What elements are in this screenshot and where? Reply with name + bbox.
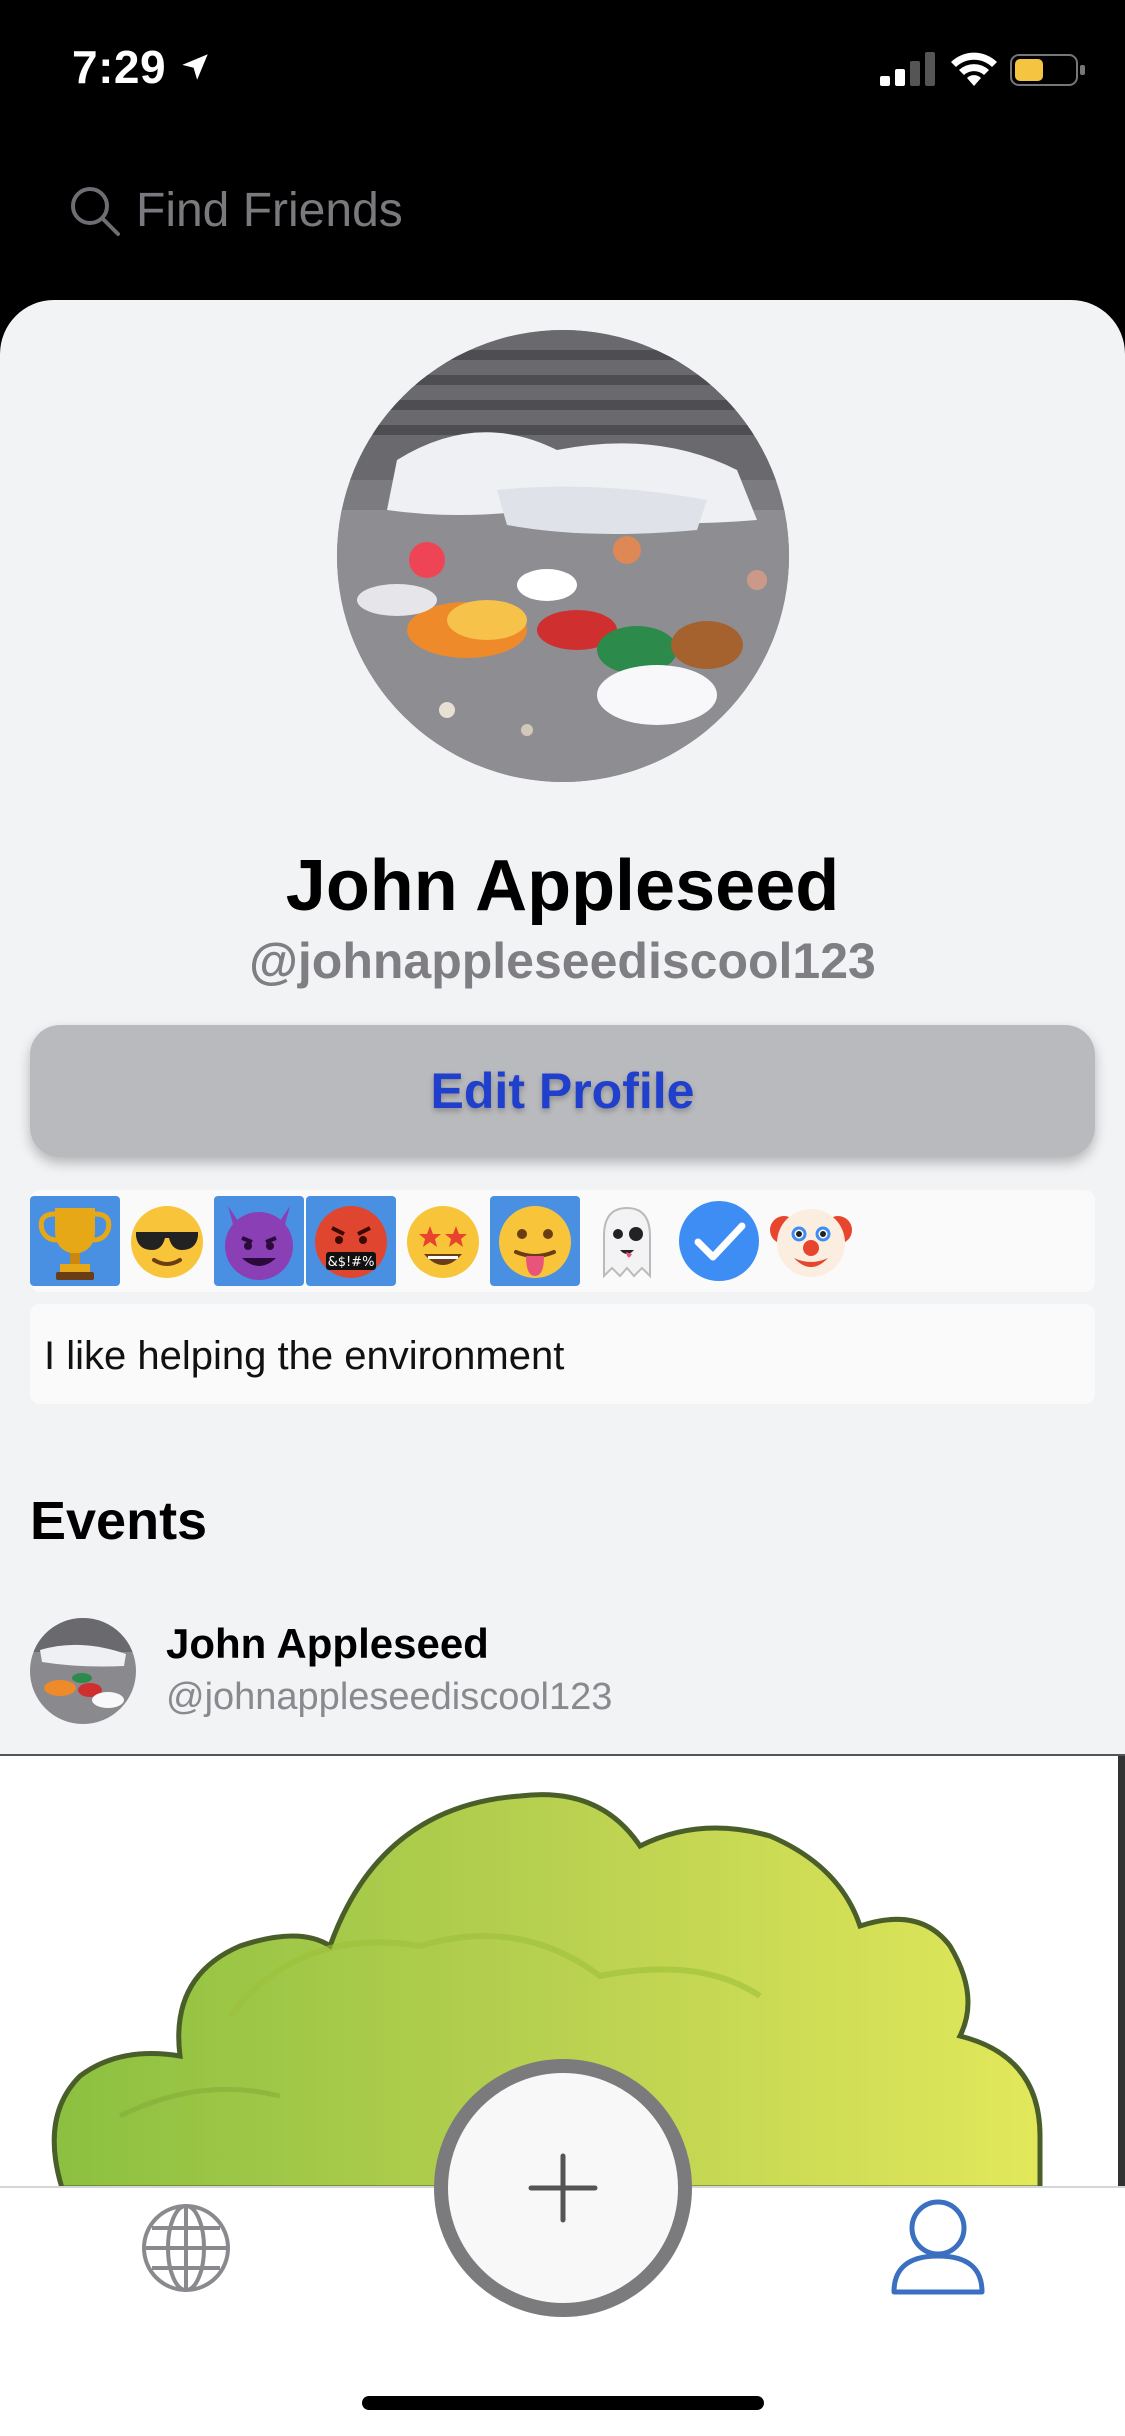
profile-handle: @johnappleseediscool123 — [249, 933, 876, 989]
profile-bio: I like helping the environment — [30, 1304, 1095, 1404]
wifi-icon — [951, 52, 997, 86]
star-struck-face-icon[interactable] — [398, 1196, 488, 1286]
profile-avatar[interactable] — [337, 330, 789, 782]
event-author-avatar[interactable] — [30, 1618, 136, 1724]
checkmark-icon[interactable] — [674, 1196, 764, 1286]
sunglasses-face-icon[interactable] — [122, 1196, 212, 1286]
profile-card: John Appleseed @johnappleseediscool123 E… — [0, 300, 1125, 1754]
tongue-face-icon[interactable] — [490, 1196, 580, 1286]
plus-icon — [528, 2153, 598, 2223]
profile-name: John Appleseed — [285, 846, 840, 926]
status-bar: 7:29 — [0, 0, 1125, 140]
cursing-face-icon[interactable]: &$!#% — [306, 1196, 396, 1286]
edit-profile-label: Edit Profile — [430, 1063, 695, 1119]
trophy-icon[interactable] — [30, 1196, 120, 1286]
clown-face-icon[interactable] — [766, 1196, 856, 1286]
location-arrow-icon — [182, 54, 208, 80]
ghost-icon[interactable] — [582, 1196, 672, 1286]
cellular-signal-icon — [880, 52, 935, 86]
cursing-symbols: &$!#% — [328, 1255, 375, 1270]
status-time: 7:29 — [72, 41, 167, 93]
events-heading: Events — [30, 1491, 208, 1551]
add-event-button[interactable] — [434, 2059, 692, 2317]
event-author-handle: @johnappleseediscool123 — [166, 1676, 613, 1718]
event-author-name: John Appleseed — [166, 1620, 489, 1667]
search-input[interactable] — [136, 180, 936, 240]
edit-profile-button[interactable]: Edit Profile — [30, 1025, 1095, 1157]
search-bar — [0, 140, 1125, 300]
battery-icon — [1010, 54, 1085, 86]
search-icon — [71, 187, 120, 236]
badge-row: &$!#% — [30, 1190, 1095, 1292]
profile-icon[interactable] — [890, 2196, 986, 2296]
globe-icon[interactable] — [140, 2202, 232, 2294]
smiling-devil-icon[interactable] — [214, 1196, 304, 1286]
home-indicator[interactable] — [362, 2396, 764, 2410]
